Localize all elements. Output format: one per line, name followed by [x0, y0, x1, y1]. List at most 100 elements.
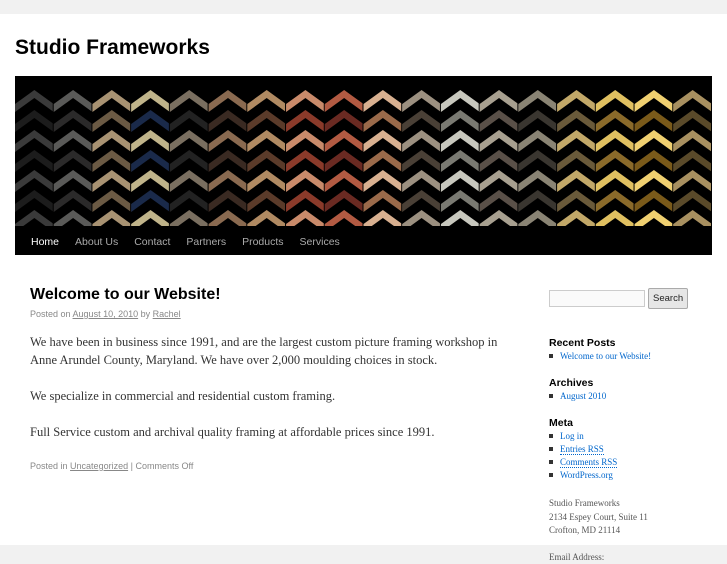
- moulding-sample: [634, 150, 674, 172]
- moulding-sample: [169, 190, 209, 212]
- moulding-sample: [363, 190, 403, 212]
- posted-in-label: Posted in: [30, 461, 68, 471]
- moulding-sample: [92, 190, 132, 212]
- recent-post-link[interactable]: Welcome to our Website!: [549, 350, 651, 363]
- meta-wordpress-link[interactable]: WordPress.org: [549, 469, 617, 482]
- post-paragraph: Full Service custom and archival quality…: [30, 425, 435, 439]
- moulding-sample: [286, 130, 325, 152]
- moulding-sample: [247, 190, 287, 212]
- moulding-sample: [324, 190, 364, 212]
- moulding-sample: [286, 150, 325, 172]
- moulding-divider: [711, 80, 712, 226]
- moulding-sample: [557, 90, 596, 112]
- moulding-sample: [15, 130, 54, 152]
- post-date-link[interactable]: August 10, 2010: [73, 309, 139, 319]
- moulding-sample: [595, 170, 635, 192]
- moulding-sample: [247, 210, 287, 226]
- moulding-sample: [92, 90, 132, 112]
- post-paragraph: We specialize in commercial and resident…: [30, 389, 336, 403]
- nav-item-contact[interactable]: Contact: [126, 226, 178, 255]
- moulding-sample: [53, 170, 93, 192]
- header-banner-image: [15, 80, 712, 226]
- address-street: 2134 Espey Court, Suite 11: [549, 511, 648, 522]
- moulding-sample: [402, 190, 441, 212]
- nav-item-home[interactable]: Home: [23, 226, 67, 255]
- moulding-sample: [557, 130, 596, 152]
- search-input[interactable]: [549, 290, 645, 307]
- moulding-sample: [169, 150, 209, 172]
- moulding-sample: [595, 150, 635, 172]
- moulding-sample: [402, 90, 441, 112]
- meta-entries-rss-link[interactable]: Entries RSS: [549, 443, 617, 456]
- moulding-sample: [595, 90, 635, 112]
- moulding-sample: [479, 190, 519, 212]
- archive-link[interactable]: August 2010: [549, 390, 606, 403]
- post-footer-meta: Posted in Uncategorized | Comments Off: [30, 459, 500, 473]
- moulding-sample: [479, 170, 519, 192]
- recent-posts-widget: Recent Posts Welcome to our Website!: [549, 336, 651, 363]
- moulding-sample: [595, 210, 635, 226]
- moulding-divider: [439, 80, 441, 226]
- nav-item-about-us[interactable]: About Us: [67, 226, 126, 255]
- moulding-sample: [131, 130, 170, 152]
- moulding-divider: [478, 80, 480, 226]
- moulding-sample: [15, 90, 54, 112]
- moulding-sample: [363, 150, 403, 172]
- meta-login-link[interactable]: Log in: [549, 430, 617, 443]
- recent-posts-title: Recent Posts: [549, 337, 616, 349]
- moulding-sample: [402, 170, 441, 192]
- moulding-sample: [363, 130, 403, 152]
- category-link[interactable]: Uncategorized: [70, 461, 128, 471]
- moulding-sample: [479, 210, 519, 226]
- moulding-divider: [594, 80, 596, 226]
- search-form: Search: [549, 288, 714, 309]
- moulding-sample: [363, 210, 403, 226]
- post-title[interactable]: Welcome to our Website!: [30, 284, 500, 306]
- moulding-sample: [53, 210, 93, 226]
- moulding-sample: [247, 110, 287, 132]
- moulding-sample: [479, 150, 519, 172]
- moulding-sample: [557, 190, 596, 212]
- moulding-sample: [208, 110, 248, 132]
- nav-item-services[interactable]: Services: [292, 226, 348, 255]
- moulding-sample: [324, 150, 364, 172]
- moulding-sample: [208, 190, 248, 212]
- moulding-divider: [672, 80, 674, 226]
- moulding-divider: [633, 80, 635, 226]
- moulding-sample: [15, 210, 54, 226]
- archives-title: Archives: [549, 377, 594, 389]
- moulding-sample: [286, 170, 325, 192]
- moulding-sample: [247, 150, 287, 172]
- moulding-divider: [401, 80, 403, 226]
- moulding-divider: [556, 80, 558, 226]
- email-address-label: Email Address:: [549, 552, 605, 562]
- site-title[interactable]: Studio Frameworks: [15, 36, 210, 60]
- moulding-sample: [402, 130, 441, 152]
- moulding-sample: [634, 170, 674, 192]
- moulding-sample: [479, 110, 519, 132]
- moulding-divider: [362, 80, 364, 226]
- moulding-sample: [363, 110, 403, 132]
- business-address: Studio Frameworks 2134 Espey Court, Suit…: [549, 497, 648, 538]
- moulding-sample: [208, 210, 248, 226]
- moulding-sample: [518, 90, 558, 112]
- meta-comments-rss-link[interactable]: Comments RSS: [549, 456, 618, 469]
- nav-item-partners[interactable]: Partners: [178, 226, 234, 255]
- moulding-sample: [634, 110, 674, 132]
- moulding-sample: [53, 130, 93, 152]
- nav-item-products[interactable]: Products: [234, 226, 291, 255]
- moulding-sample: [673, 190, 712, 212]
- moulding-sample: [92, 130, 132, 152]
- moulding-sample: [92, 150, 132, 172]
- moulding-sample: [595, 130, 635, 152]
- moulding-sample: [53, 150, 93, 172]
- moulding-sample: [208, 130, 248, 152]
- moulding-sample: [440, 150, 480, 172]
- moulding-sample: [247, 170, 287, 192]
- author-link[interactable]: Rachel: [153, 309, 181, 319]
- moulding-sample: [131, 150, 170, 172]
- post-paragraph: We have been in business since 1991, and…: [30, 335, 498, 367]
- moulding-sample: [518, 150, 558, 172]
- search-button[interactable]: Search: [648, 288, 689, 309]
- moulding-sample: [479, 90, 519, 112]
